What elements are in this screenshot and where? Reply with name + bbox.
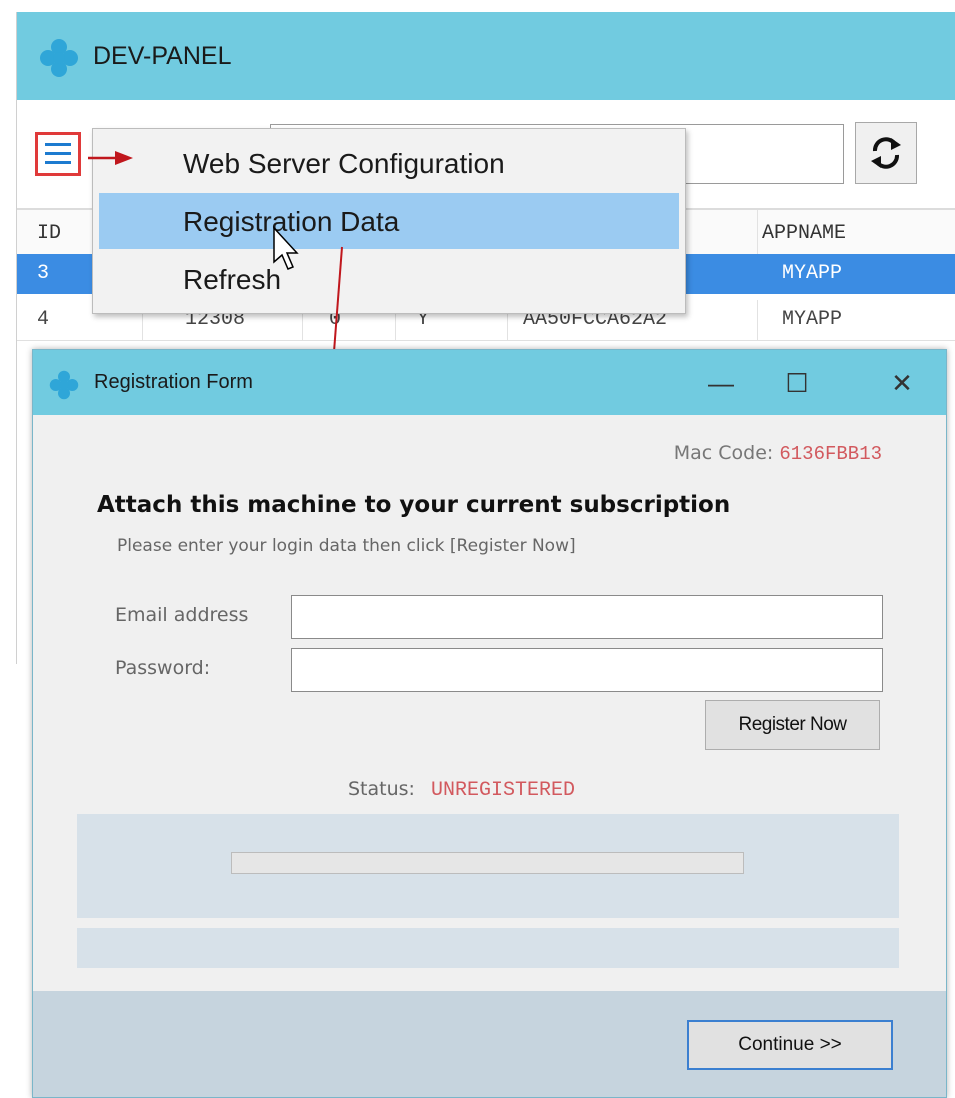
register-now-button[interactable]: Register Now xyxy=(705,700,880,750)
mac-code: Mac Code: 6136FBB13 xyxy=(674,442,882,465)
dialog-title-bar[interactable]: Registration Form — ☐ ✕ xyxy=(33,350,946,415)
email-label: Email address xyxy=(115,604,249,626)
status-label: Status: xyxy=(348,778,415,800)
message-strip xyxy=(77,928,899,968)
form-heading: Attach this machine to your current subs… xyxy=(97,492,731,518)
mac-code-value: 6136FBB13 xyxy=(779,443,882,465)
mouse-cursor-icon xyxy=(273,226,299,270)
close-button[interactable]: ✕ xyxy=(878,362,926,404)
maximize-button[interactable]: ☐ xyxy=(773,362,821,404)
maximize-icon: ☐ xyxy=(785,368,809,398)
blue-cross-logo-icon xyxy=(49,370,79,400)
dialog-footer: Continue >> xyxy=(33,991,946,1097)
password-field[interactable] xyxy=(291,648,883,692)
progress-panel xyxy=(77,814,899,918)
mac-code-label: Mac Code: xyxy=(673,442,774,464)
close-icon: ✕ xyxy=(891,368,913,398)
password-label: Password: xyxy=(115,657,211,679)
status-line: Status: UNREGISTERED xyxy=(348,778,575,802)
registration-form-window: Registration Form — ☐ ✕ Mac Code: 6136FB… xyxy=(32,349,947,1098)
continue-button[interactable]: Continue >> xyxy=(687,1020,893,1070)
dialog-title: Registration Form xyxy=(94,371,253,393)
minimize-button[interactable]: — xyxy=(697,362,745,404)
minimize-icon: — xyxy=(708,368,734,398)
email-field[interactable] xyxy=(291,595,883,639)
status-value: UNREGISTERED xyxy=(431,779,576,802)
progress-bar xyxy=(231,852,744,874)
form-subheading: Please enter your login data then click … xyxy=(117,536,576,556)
